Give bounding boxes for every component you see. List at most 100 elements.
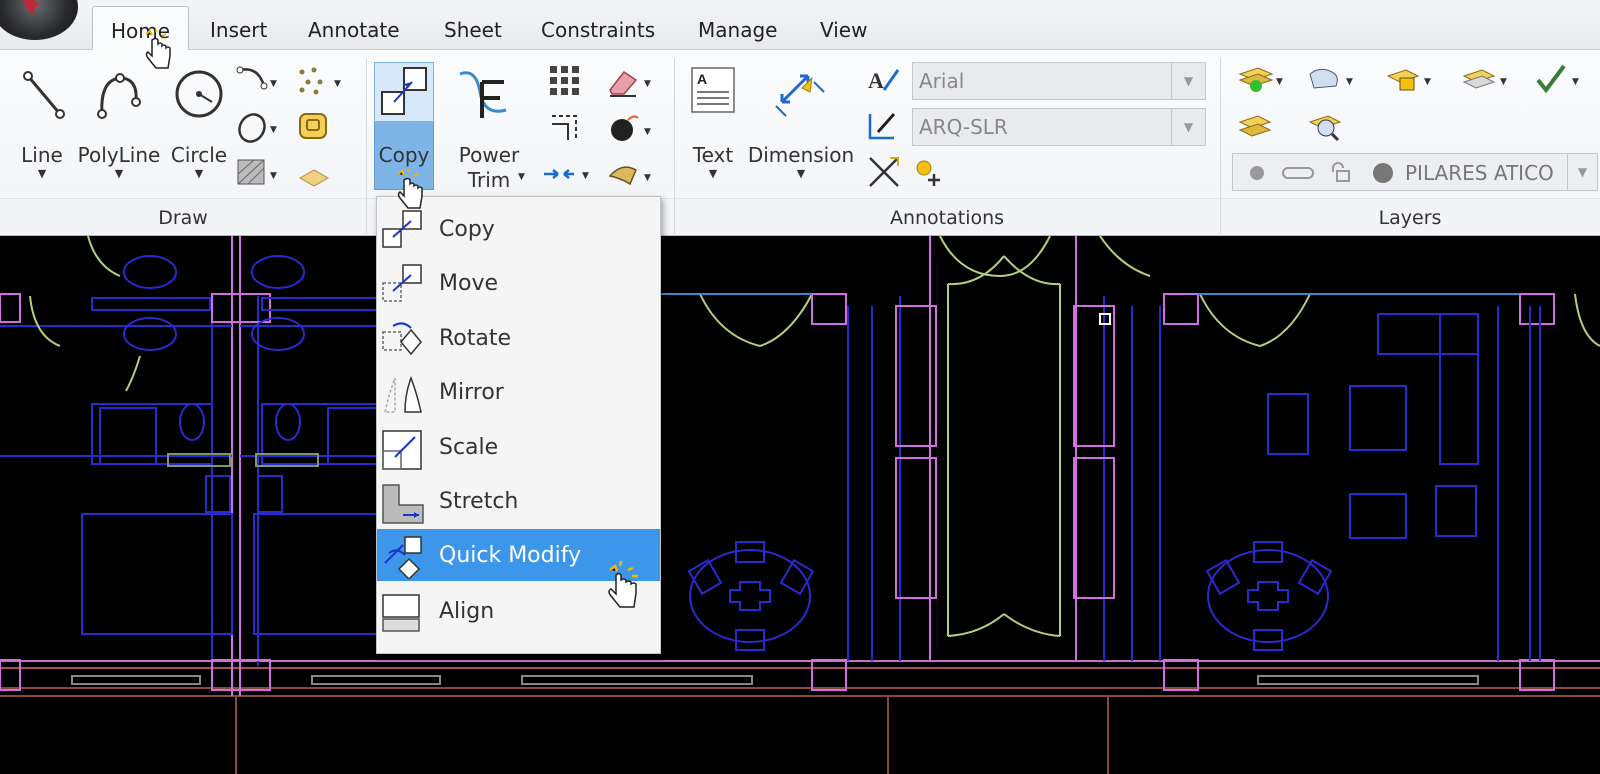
layer-manager-icon[interactable]: ▼	[1236, 62, 1286, 98]
layer-state-icons	[1250, 162, 1393, 183]
explode-bomb-icon[interactable]: ▼	[606, 110, 656, 146]
power-trim-icon	[459, 71, 507, 118]
current-layer-select[interactable]: PILARES ATICO ▼	[1232, 153, 1598, 191]
tab-home[interactable]: Home	[92, 6, 190, 51]
menu-item-align-label: Align	[439, 599, 495, 624]
layer-lock-icon[interactable]: ▼	[1384, 62, 1434, 98]
layer-off-icon[interactable]: ▼	[1460, 62, 1510, 98]
svg-text:A: A	[697, 71, 707, 87]
tab-sheet[interactable]: Sheet	[444, 18, 502, 42]
polyline-icon	[97, 73, 141, 119]
ellipse-icon[interactable]: ▼	[234, 108, 280, 144]
draw-group-label: Draw	[158, 207, 208, 229]
text-label: Text	[692, 143, 734, 167]
ribbon-group-label-divider	[0, 198, 1600, 199]
line-button[interactable]: Line ▼	[14, 62, 70, 180]
line-label: Line	[21, 143, 63, 167]
circle-icon	[175, 70, 223, 118]
menu-item-scale[interactable]: Scale	[377, 421, 660, 473]
logo-icon	[22, 0, 40, 16]
offset-icon[interactable]	[548, 110, 584, 146]
dimension-button[interactable]: Dimension ▼	[746, 62, 856, 180]
region-icon[interactable]	[296, 110, 332, 146]
layer-walk-icon[interactable]	[1306, 108, 1342, 144]
dimension-style-select[interactable]: ARQ-SLR ▼	[912, 108, 1206, 146]
text-button[interactable]: A Text ▼	[684, 62, 742, 180]
polyline-label: PolyLine	[77, 143, 161, 167]
svg-text:▼: ▼	[1500, 77, 1507, 87]
menu-item-move-label: Move	[439, 271, 498, 296]
chevron-down-icon: ▼	[1171, 63, 1205, 99]
edit-tools-icon[interactable]: ▼	[606, 156, 656, 192]
mirror-icon	[384, 375, 422, 413]
chevron-down-icon: ▼	[194, 167, 204, 180]
copy-icon	[381, 67, 427, 115]
copy-icon	[382, 210, 422, 248]
circle-button[interactable]: Circle ▼	[168, 62, 230, 180]
menu-item-mirror-label: Mirror	[439, 380, 504, 405]
annotations-group-label: Annotations	[889, 207, 1005, 229]
menu-item-stretch[interactable]: Stretch	[377, 475, 660, 527]
text-font-select[interactable]: Arial ▼	[912, 62, 1206, 100]
tab-insert[interactable]: Insert	[210, 18, 267, 42]
chevron-down-icon: ▼	[1171, 109, 1205, 145]
polyline-button[interactable]: PolyLine ▼	[76, 62, 162, 180]
group-separator	[366, 58, 367, 236]
rotate-icon	[382, 322, 422, 356]
hatch-icon[interactable]: ▼	[234, 154, 280, 190]
svg-text:▼: ▼	[582, 171, 589, 181]
multileader-icon[interactable]	[912, 154, 948, 190]
chevron-down-icon: ▼	[114, 167, 124, 180]
hand-cursor-icon	[145, 30, 171, 69]
leader-icon[interactable]	[866, 154, 902, 190]
menu-item-move[interactable]: Move	[377, 257, 660, 309]
menu-item-rotate[interactable]: Rotate	[377, 312, 660, 364]
dimension-icon	[775, 74, 825, 117]
svg-text:▼: ▼	[270, 125, 277, 135]
layer-match-icon[interactable]	[1236, 108, 1272, 144]
text-icon: A	[691, 67, 735, 113]
stretch-icon	[382, 484, 424, 524]
svg-text:▼: ▼	[270, 171, 277, 181]
menu-item-copy-label: Copy	[439, 217, 495, 242]
wipeout-icon[interactable]	[296, 156, 332, 192]
arc-icon[interactable]: ▼	[234, 64, 280, 100]
chevron-down-icon: ▼	[796, 167, 806, 180]
drawing-canvas[interactable]	[0, 235, 1600, 774]
copy-label: Copy	[378, 143, 430, 167]
tab-manage[interactable]: Manage	[698, 18, 777, 42]
svg-text:▼: ▼	[644, 79, 651, 89]
ribbon-panel: Line ▼ PolyLine ▼ Circle ▼ ▼ ▼ ▼ ▼ Draw …	[0, 50, 1600, 236]
svg-text:▼: ▼	[644, 173, 651, 183]
text-style-icon[interactable]: A	[866, 62, 902, 98]
svg-text:▼: ▼	[1424, 77, 1431, 87]
dimension-style-value: ARQ-SLR	[919, 115, 1008, 139]
points-icon[interactable]: ▼	[296, 64, 346, 100]
menu-item-copy[interactable]: Copy	[377, 203, 660, 255]
align-icon	[382, 594, 420, 632]
tab-view[interactable]: View	[820, 18, 867, 42]
explode-arrows-icon[interactable]: ▼	[540, 156, 596, 192]
menu-item-rotate-label: Rotate	[439, 326, 512, 351]
chevron-down-icon: ▼	[1567, 154, 1597, 190]
svg-text:▼: ▼	[644, 127, 651, 137]
layer-states-icon[interactable]: ▼	[1306, 62, 1356, 98]
quick-modify-icon	[384, 536, 422, 579]
floor-plan-drawing	[0, 235, 1600, 774]
menu-item-stretch-label: Stretch	[439, 489, 519, 514]
layers-group-label: Layers	[1378, 207, 1442, 229]
array-icon[interactable]	[548, 64, 584, 100]
checkmark-icon[interactable]: ▼	[1534, 62, 1584, 98]
svg-text:▼: ▼	[1276, 77, 1283, 87]
line-icon	[23, 71, 65, 119]
dimension-style-icon[interactable]	[866, 108, 902, 144]
chevron-down-icon[interactable]: ▼	[518, 172, 525, 182]
tab-constraints[interactable]: Constraints	[541, 18, 655, 42]
erase-icon[interactable]: ▼	[606, 64, 656, 100]
copy-button[interactable]: Copy	[374, 62, 434, 168]
menu-item-mirror[interactable]: Mirror	[377, 366, 660, 418]
svg-text:▼: ▼	[270, 79, 277, 89]
dimension-label: Dimension	[747, 143, 855, 167]
tab-annotate[interactable]: Annotate	[308, 18, 400, 42]
app-menu-logo[interactable]	[0, 0, 78, 40]
